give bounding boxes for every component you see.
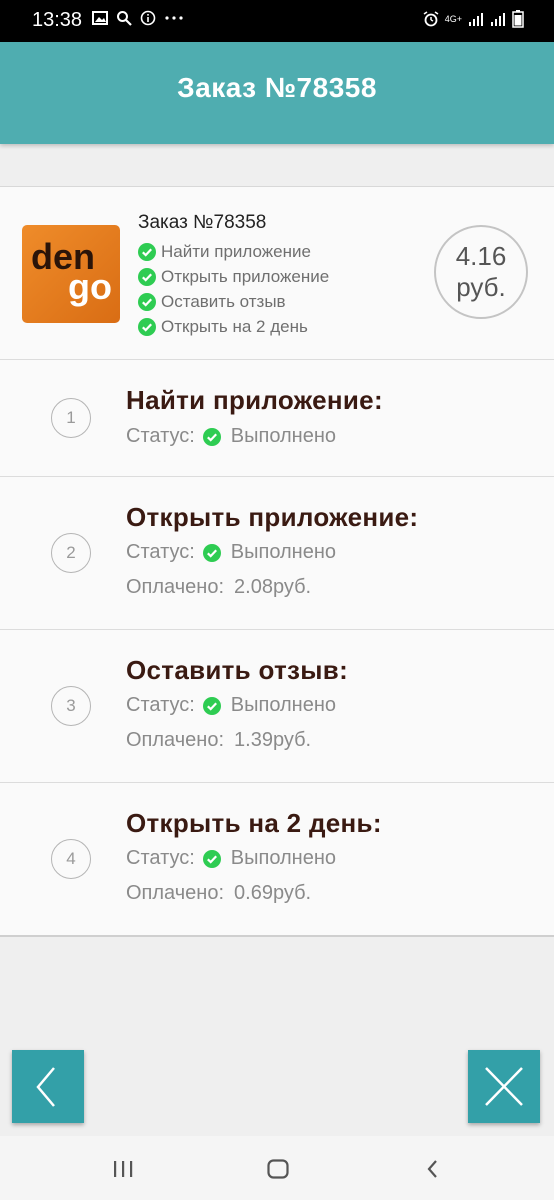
check-icon — [138, 317, 156, 336]
paid-value: 1.39руб. — [234, 729, 312, 751]
signal-icon — [491, 13, 505, 26]
order-summary: den go Заказ №78358 Найти приложение Отк… — [0, 187, 554, 360]
close-icon — [485, 1067, 523, 1106]
step-status: Статус: Выполнено — [126, 541, 336, 564]
status-value: Выполнено — [230, 541, 337, 563]
task-checklist: Найти приложение Открыть приложение Оста… — [138, 239, 329, 339]
app-logo: den go — [22, 225, 120, 323]
status-label: Статус: — [126, 847, 195, 869]
step-title: Открыть на 2 день: — [126, 808, 382, 838]
step-find-app: 1 Найти приложение: Статус: Выполнено — [0, 359, 554, 477]
step-open-app: 2 Открыть приложение: Статус: Выполнено … — [0, 477, 554, 630]
checklist-label: Открыть на 2 день — [161, 316, 308, 336]
recent-apps-icon[interactable] — [111, 1157, 135, 1181]
battery-icon — [512, 10, 524, 28]
check-icon — [138, 267, 156, 286]
status-value: Выполнено — [230, 425, 337, 447]
chevron-left-icon — [36, 1067, 55, 1107]
close-button[interactable] — [468, 1050, 540, 1123]
home-icon[interactable] — [266, 1157, 290, 1181]
step-number: 4 — [51, 839, 91, 879]
paid-value: 2.08руб. — [234, 576, 312, 598]
status-bar: 13:38 4G+ — [0, 0, 554, 42]
status-time: 13:38 — [32, 9, 83, 31]
step-title: Найти приложение: — [126, 385, 383, 415]
step-leave-review: 3 Оставить отзыв: Статус: Выполнено Опла… — [0, 630, 554, 783]
order-price: 4.16 руб. — [434, 225, 528, 319]
paid-label: Оплачено: — [126, 576, 225, 598]
check-icon — [138, 292, 156, 311]
logo-text-bottom: go — [68, 266, 112, 307]
paid-value: 0.69руб. — [234, 882, 312, 904]
info-icon — [140, 10, 156, 26]
check-icon — [138, 242, 156, 261]
step-status: Статус: Выполнено — [126, 694, 336, 717]
checklist-label: Оставить отзыв — [161, 291, 286, 311]
step-title: Открыть приложение: — [126, 502, 419, 532]
status-value: Выполнено — [230, 694, 337, 716]
status-label: Статус: — [126, 425, 195, 447]
paid-label: Оплачено: — [126, 882, 225, 904]
step-paid: Оплачено: 1.39руб. — [126, 729, 311, 752]
step-status: Статус: Выполнено — [126, 425, 336, 448]
step-title: Оставить отзыв: — [126, 655, 349, 685]
checklist-item: Открыть на 2 день — [138, 314, 329, 339]
paid-label: Оплачено: — [126, 729, 225, 751]
step-paid: Оплачено: 0.69руб. — [126, 882, 311, 905]
step-number: 3 — [51, 686, 91, 726]
checklist-item: Оставить отзыв — [138, 289, 329, 314]
step-number: 2 — [51, 533, 91, 573]
more-icon — [165, 16, 183, 20]
system-nav-bar — [0, 1136, 554, 1200]
status-label: Статус: — [126, 541, 195, 563]
price-unit: руб. — [456, 272, 506, 302]
network-label: 4G+ — [444, 14, 462, 24]
step-paid: Оплачено: 2.08руб. — [126, 576, 311, 599]
alarm-icon — [423, 11, 439, 27]
check-icon — [202, 543, 221, 562]
order-title: Заказ №78358 — [138, 212, 267, 233]
checklist-label: Найти приложение — [161, 241, 311, 261]
signal-icon — [469, 13, 483, 26]
check-icon — [202, 849, 221, 868]
step-open-day-2: 4 Открыть на 2 день: Статус: Выполнено О… — [0, 783, 554, 933]
check-icon — [202, 427, 221, 446]
price-value: 4.16 — [455, 241, 507, 271]
search-icon — [117, 11, 132, 26]
status-label: Статус: — [126, 694, 195, 716]
status-value: Выполнено — [230, 847, 337, 869]
checklist-label: Открыть приложение — [161, 266, 330, 286]
back-nav-icon[interactable] — [421, 1157, 445, 1181]
order-card: den go Заказ №78358 Найти приложение Отк… — [0, 186, 554, 937]
back-button[interactable] — [12, 1050, 84, 1123]
page-title: Заказ №78358 — [177, 72, 377, 103]
app-bar: Заказ №78358 — [0, 42, 554, 144]
step-status: Статус: Выполнено — [126, 847, 336, 870]
check-icon — [202, 696, 221, 715]
checklist-item: Открыть приложение — [138, 264, 329, 289]
gallery-icon — [92, 11, 108, 25]
step-number: 1 — [51, 398, 91, 438]
checklist-item: Найти приложение — [138, 239, 329, 264]
